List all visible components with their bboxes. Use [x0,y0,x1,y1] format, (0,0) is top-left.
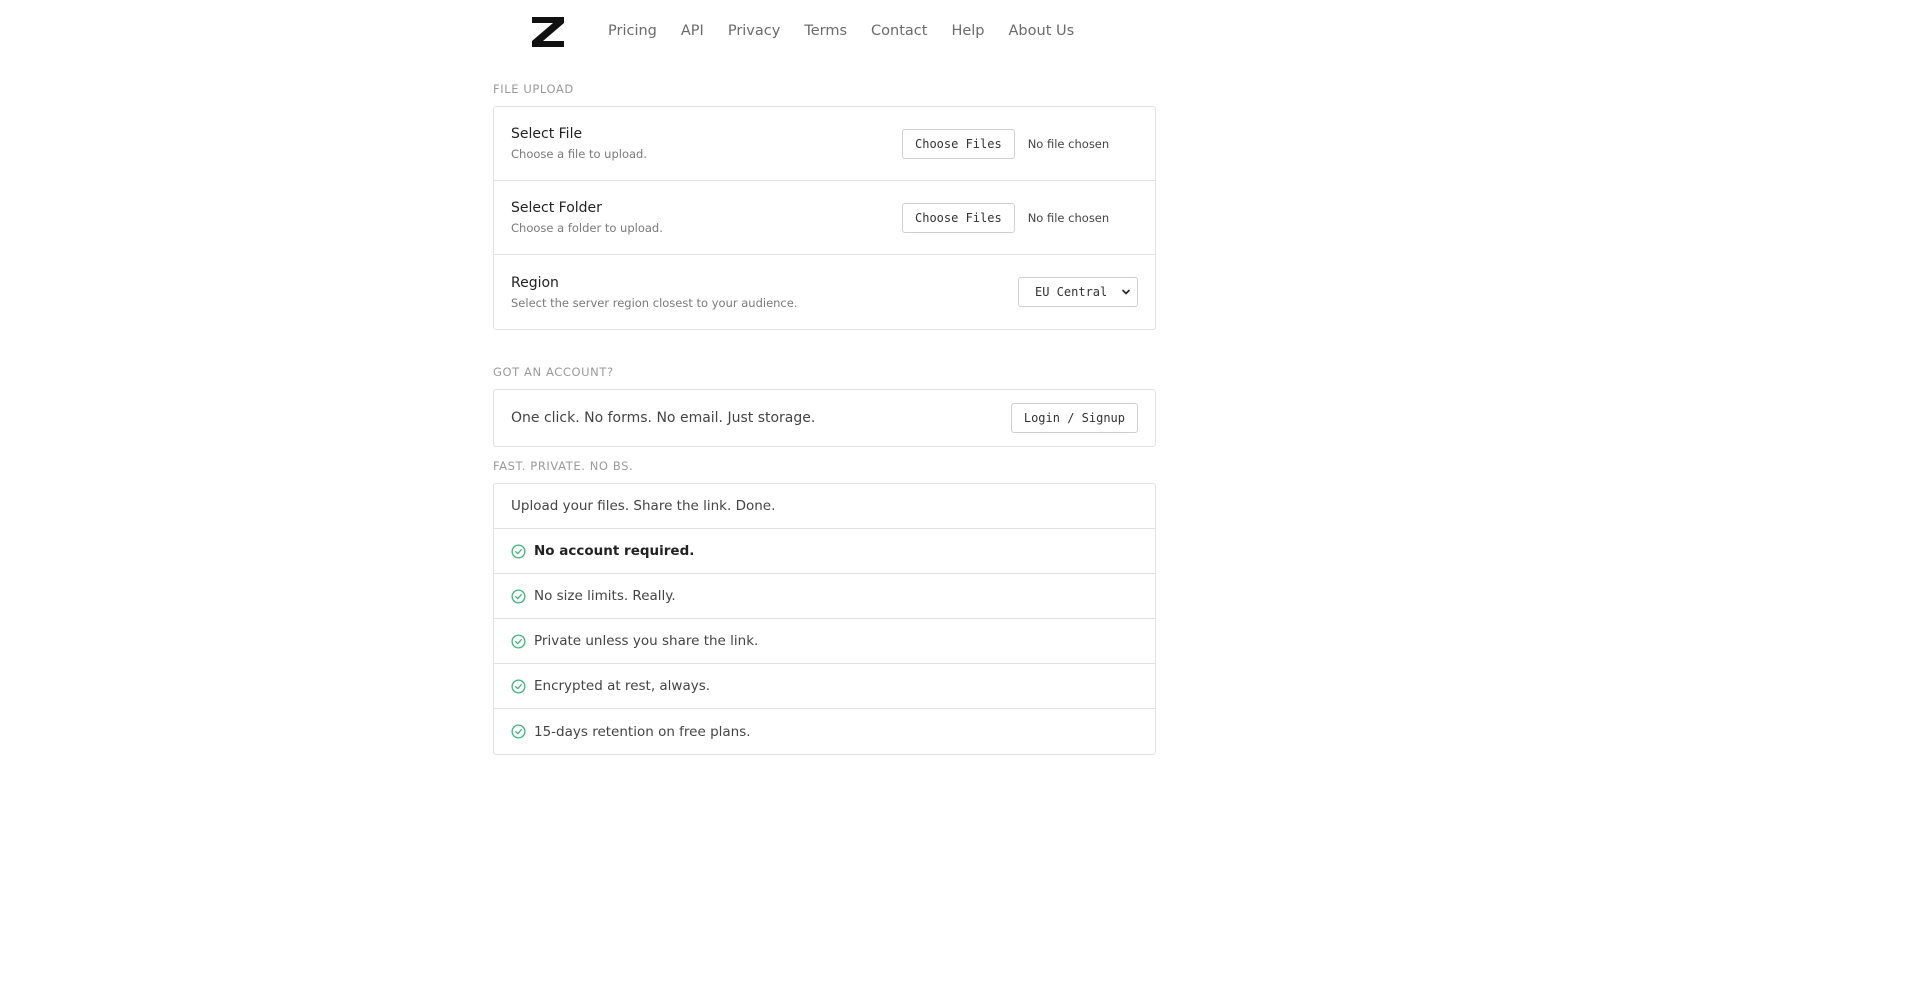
file-upload-section: FILE UPLOAD Select File Choose a file to… [493,82,1156,330]
site-header: Pricing API Privacy Terms Contact Help A… [530,0,1098,62]
nav-privacy[interactable]: Privacy [728,23,781,39]
choose-files-button[interactable]: Choose Files [902,128,1015,159]
nav-terms[interactable]: Terms [804,23,847,39]
section-title-file-upload: FILE UPLOAD [493,82,574,96]
check-circle-icon [511,543,526,559]
features-section: FAST. PRIVATE. NO BS. Upload your files.… [493,459,1156,755]
folder-input[interactable]: Choose Files No file chosen [902,202,1138,233]
logo-icon[interactable] [530,13,566,49]
check-circle-icon [511,633,526,649]
check-circle-icon [511,588,526,604]
features-card: Upload your files. Share the link. Done.… [493,483,1156,755]
region-select[interactable]: EU Central [1018,277,1138,307]
main-nav: Pricing API Privacy Terms Contact Help A… [608,23,1098,39]
nav-help[interactable]: Help [951,23,984,39]
account-card: One click. No forms. No email. Just stor… [493,389,1156,447]
select-file-title: Select File [511,126,583,142]
feature-text: Private unless you share the link. [534,633,759,649]
select-folder-description: Choose a folder to upload. [511,221,663,235]
feature-text: No size limits. Really. [534,588,676,604]
nav-pricing[interactable]: Pricing [608,23,657,39]
feature-item: No size limits. Really. [494,574,1155,619]
feature-text: Encrypted at rest, always. [534,678,711,694]
account-tagline: One click. No forms. No email. Just stor… [511,410,816,426]
region-selected-value: EU Central [1035,285,1108,299]
file-status: No file chosen [1027,136,1110,151]
nav-contact[interactable]: Contact [871,23,927,39]
select-file-row: Select File Choose a file to upload. Cho… [494,107,1155,181]
nav-about-us[interactable]: About Us [1009,23,1075,39]
region-row: Region Select the server region closest … [494,255,1155,329]
feature-item: Private unless you share the link. [494,619,1155,664]
check-circle-icon [511,678,526,694]
account-section: GOT AN ACCOUNT? One click. No forms. No … [493,365,1156,447]
region-description: Select the server region closest to your… [511,295,798,310]
feature-item: 15-days retention on free plans. [494,709,1155,754]
file-input[interactable]: Choose Files No file chosen [902,128,1138,159]
feature-item: Encrypted at rest, always. [494,664,1155,709]
select-folder-title: Select Folder [511,200,602,216]
account-row: One click. No forms. No email. Just stor… [494,390,1155,446]
feature-item: No account required. [494,529,1155,574]
feature-text: 15-days retention on free plans. [534,723,751,740]
feature-text: No account required. [534,543,695,559]
login-signup-button[interactable]: Login / Signup [1010,403,1138,433]
select-file-description: Choose a file to upload. [511,147,648,161]
choose-folder-button[interactable]: Choose Files [902,202,1015,233]
nav-api[interactable]: API [681,23,704,39]
file-upload-card: Select File Choose a file to upload. Cho… [493,106,1156,330]
folder-status: No file chosen [1027,210,1110,225]
chevron-down-icon [1122,289,1130,295]
check-circle-icon [511,724,526,739]
section-title-features: FAST. PRIVATE. NO BS. [493,459,634,473]
select-folder-row: Select Folder Choose a folder to upload.… [494,181,1155,255]
region-title: Region [511,274,559,291]
features-intro-row: Upload your files. Share the link. Done. [494,484,1155,529]
features-intro: Upload your files. Share the link. Done. [511,498,776,514]
section-title-account: GOT AN ACCOUNT? [493,365,614,379]
